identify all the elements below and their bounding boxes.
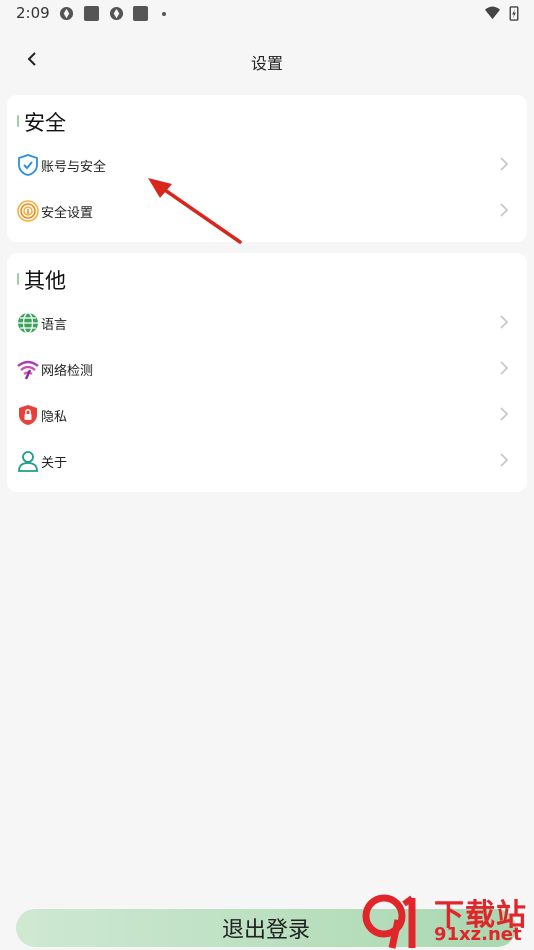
row-network-check[interactable]: 网络检测: [7, 349, 527, 389]
row-about[interactable]: 关于: [7, 441, 527, 481]
row-language[interactable]: 语言: [7, 303, 527, 343]
chevron-right-icon: [500, 203, 509, 217]
row-label: 网络检测: [41, 364, 94, 379]
section-accent-bar: [17, 115, 19, 127]
chevron-right-icon: [500, 407, 509, 421]
app-notification-icon: [59, 6, 74, 21]
row-security-settings[interactable]: 安全设置: [7, 191, 527, 231]
wifi-icon: [17, 360, 39, 380]
row-label: 账号与安全: [41, 160, 107, 175]
annotation-arrow: [148, 178, 242, 244]
wifi-status-icon: [485, 6, 500, 20]
lock-shield-icon: [19, 405, 37, 425]
shield-icon: [18, 154, 38, 176]
globe-icon: [18, 312, 38, 334]
row-label: 语言: [41, 318, 68, 333]
fingerprint-icon: [17, 200, 39, 222]
other-card: 其他 语言 网络检测 隐私 关于: [7, 253, 527, 492]
watermark: 下载站 91xz.net: [362, 888, 534, 950]
more-notifications-dot: [162, 12, 166, 16]
row-label: 安全设置: [41, 206, 94, 221]
chevron-right-icon: [500, 453, 509, 467]
section-accent-bar: [17, 273, 19, 285]
section-title-other: 其他: [17, 265, 66, 295]
person-icon: [18, 451, 38, 472]
row-label: 关于: [41, 456, 68, 471]
app-square-icon: [133, 6, 148, 21]
app-notification-icon: [109, 6, 124, 21]
watermark-logo-icon: [362, 894, 416, 949]
chevron-right-icon: [500, 361, 509, 375]
app-square-icon: [84, 6, 99, 21]
security-card: 安全 账号与安全 安全设置: [7, 95, 527, 242]
status-bar: 2:09: [0, 0, 534, 28]
top-bar: 设置: [0, 40, 534, 80]
chevron-right-icon: [500, 315, 509, 329]
row-account-security[interactable]: 账号与安全: [7, 145, 527, 185]
battery-icon: [509, 6, 519, 21]
page-title: 设置: [250, 54, 283, 73]
status-time: 2:09: [16, 4, 50, 22]
chevron-right-icon: [500, 157, 509, 171]
row-privacy[interactable]: 隐私: [7, 395, 527, 435]
watermark-url: 91xz.net: [434, 924, 522, 945]
row-label: 隐私: [41, 410, 68, 425]
section-title-security: 安全: [17, 107, 66, 137]
